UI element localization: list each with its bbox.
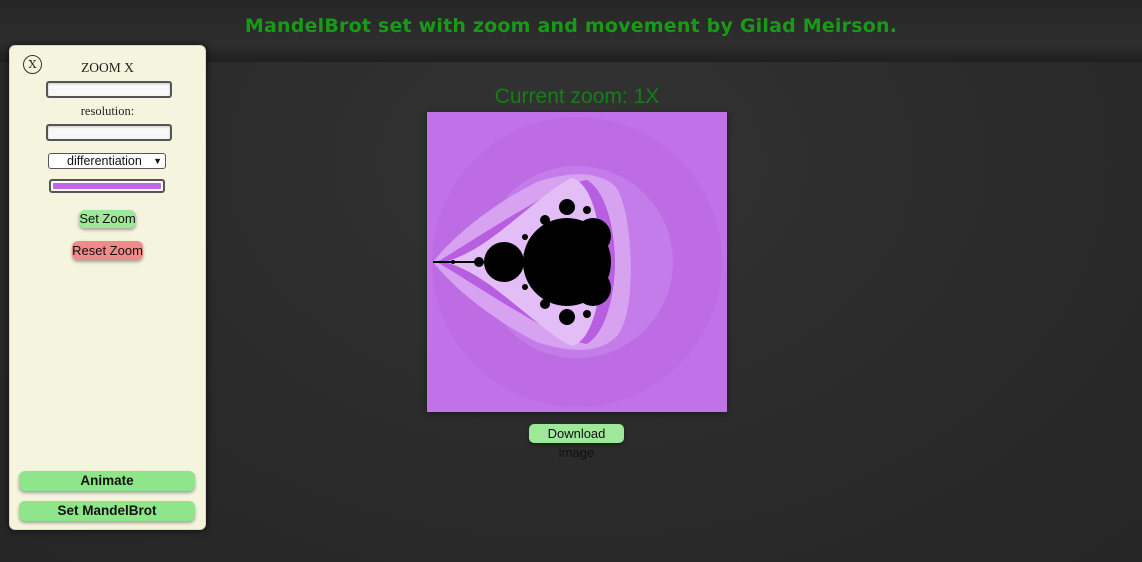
resolution-input[interactable] <box>46 124 172 141</box>
color-mode-select[interactable]: differentiation ▼ <box>48 153 166 169</box>
color-mode-selected: differentiation <box>67 154 142 168</box>
resolution-label: resolution: <box>80 104 135 118</box>
mandelbrot-image <box>432 117 722 407</box>
page-title: MandelBrot set with zoom and movement by… <box>244 15 898 37</box>
color-picker-fill <box>53 183 161 189</box>
color-picker[interactable] <box>49 179 165 193</box>
current-zoom-caption: Current zoom: 1X <box>494 85 660 108</box>
settings-sidebar: X ZOOM X resolution: differentiation ▼ S… <box>9 45 206 530</box>
set-mandelbrot-button[interactable]: Set MandelBrot <box>19 501 195 521</box>
mandelbrot-canvas[interactable] <box>427 112 727 412</box>
set-zoom-button[interactable]: Set Zoom <box>79 210 136 228</box>
download-image-button[interactable]: Download image <box>529 424 624 460</box>
chevron-down-icon: ▼ <box>153 156 162 166</box>
animate-button[interactable]: Animate <box>19 471 195 491</box>
reset-zoom-button[interactable]: Reset Zoom <box>72 241 143 260</box>
zoom-label: ZOOM X <box>81 60 134 75</box>
zoom-input[interactable] <box>46 81 172 98</box>
